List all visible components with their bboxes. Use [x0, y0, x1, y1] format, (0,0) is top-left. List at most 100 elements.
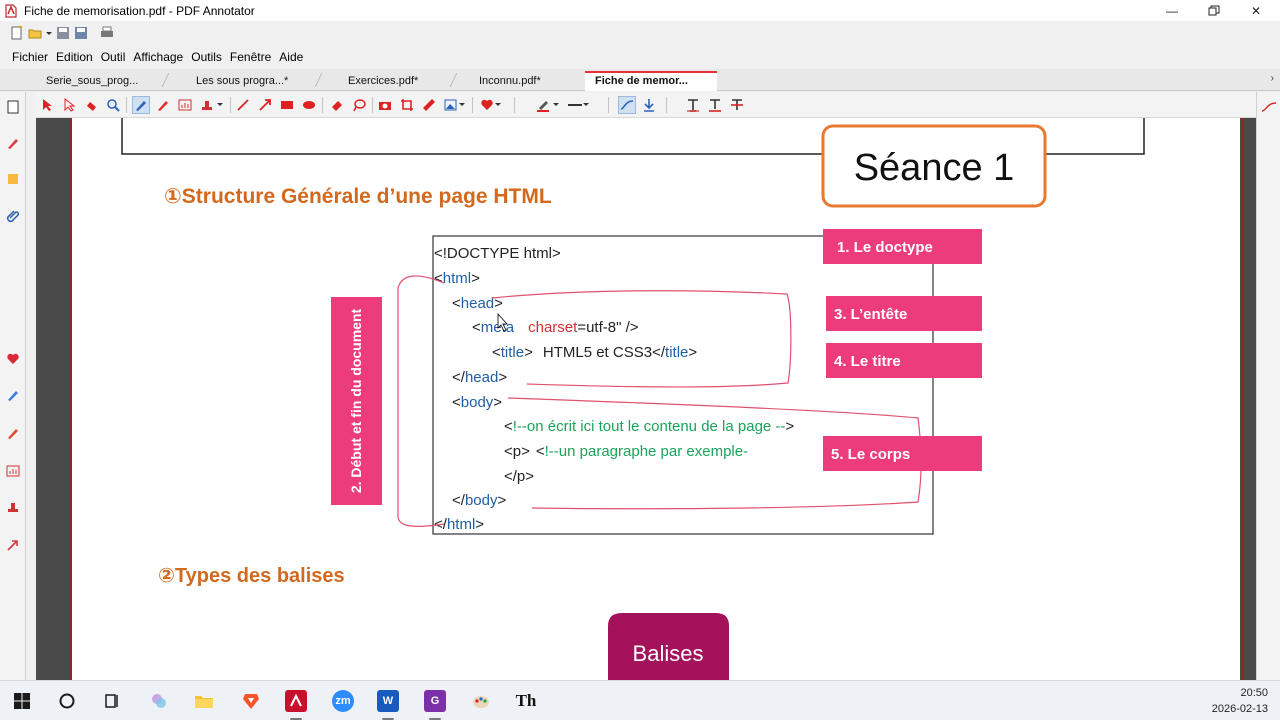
- code-html-open: <html>: [434, 270, 480, 287]
- line-width-dropdown-icon[interactable]: [582, 96, 590, 114]
- save-icon[interactable]: [56, 26, 70, 40]
- red-pen-icon[interactable]: [154, 96, 172, 114]
- label-titre: 4. Le titre: [834, 353, 901, 370]
- ink-curve-icon[interactable]: [1260, 98, 1278, 116]
- new-document-icon[interactable]: [10, 25, 24, 40]
- tab-scroll-right-icon[interactable]: ›: [1271, 73, 1274, 84]
- pdf-annotator-window: Fiche de memorisation.pdf - PDF Annotato…: [0, 0, 1280, 720]
- menu-edition[interactable]: Edition: [52, 50, 97, 64]
- color-pen-icon[interactable]: [534, 96, 552, 114]
- code-paragraph: <p> <!--un paragraphe par exemple-: [504, 443, 748, 460]
- clock-time: 20:50: [1240, 687, 1268, 699]
- marker-icon[interactable]: [4, 424, 22, 442]
- windows-start-icon[interactable]: [11, 690, 33, 712]
- tab-exercices[interactable]: Exercices.pdf*: [338, 71, 448, 91]
- camera-icon[interactable]: [376, 96, 394, 114]
- right-panel-strip: [1256, 92, 1280, 680]
- insert-dropdown-icon[interactable]: [458, 96, 466, 114]
- pdf-annotator-taskbar-icon[interactable]: [285, 690, 307, 712]
- stamp-dropdown-icon[interactable]: [216, 96, 224, 114]
- zoom-icon[interactable]: [104, 96, 122, 114]
- save-all-icon[interactable]: [74, 26, 88, 40]
- code-body-open: <body>: [452, 394, 502, 411]
- ellipse-icon[interactable]: [300, 96, 318, 114]
- code-meta: <meta charset=utf-8" />: [472, 319, 639, 336]
- open-dropdown-icon[interactable]: [46, 26, 52, 40]
- close-icon[interactable]: ✕: [1236, 0, 1276, 21]
- select-text-icon[interactable]: [60, 96, 78, 114]
- menu-affichage[interactable]: Affichage: [129, 50, 187, 64]
- task-view-icon[interactable]: [101, 690, 123, 712]
- strikeout-text-icon[interactable]: [728, 96, 746, 114]
- color-dropdown-icon[interactable]: [552, 96, 560, 114]
- favorites-heart-icon[interactable]: [4, 350, 22, 368]
- pen-icon[interactable]: [132, 96, 150, 114]
- file-explorer-icon[interactable]: [193, 690, 215, 712]
- search-icon[interactable]: [56, 690, 78, 712]
- menu-fichier[interactable]: Fichier: [8, 50, 52, 64]
- menu-fenetre[interactable]: Fenêtre: [226, 50, 275, 64]
- snipping-tool-icon[interactable]: [148, 690, 170, 712]
- tab-les-sous-progra[interactable]: Les sous progra...*: [186, 71, 311, 91]
- zoom-app-icon[interactable]: zm: [332, 690, 354, 712]
- quick-access-bar: [0, 22, 114, 44]
- code-comment-content: <!--on écrit ici tout le contenu de la p…: [504, 418, 794, 435]
- minimize-icon[interactable]: —: [1152, 0, 1192, 21]
- menu-aide[interactable]: Aide: [275, 50, 307, 64]
- pen-tool-icon[interactable]: [4, 134, 22, 152]
- hand-pan-icon[interactable]: [82, 96, 100, 114]
- chart-icon[interactable]: [176, 96, 194, 114]
- snap-icon[interactable]: [640, 96, 658, 114]
- smooth-ink-icon[interactable]: [618, 96, 636, 114]
- code-body-close: </body>: [452, 492, 506, 509]
- clock-date: 2026-02-13: [1211, 703, 1268, 715]
- restore-icon[interactable]: [1194, 0, 1234, 21]
- tab-fiche-de-memorisation[interactable]: Fiche de memor...: [585, 71, 717, 91]
- lasso-icon[interactable]: [350, 96, 368, 114]
- document-view[interactable]: Séance 1 ①Structure Générale d’une page …: [36, 118, 1256, 680]
- print-icon[interactable]: [100, 26, 114, 40]
- highlighter-icon[interactable]: [4, 386, 22, 404]
- underline-text-icon[interactable]: [706, 96, 724, 114]
- arrow-icon[interactable]: [256, 96, 274, 114]
- word-icon[interactable]: W: [377, 690, 399, 712]
- window-title: Fiche de memorisation.pdf - PDF Annotato…: [24, 3, 255, 18]
- section-title-structure: ①Structure Générale d’une page HTML: [164, 185, 552, 208]
- favorites-dropdown-icon[interactable]: [494, 96, 502, 114]
- brave-browser-icon[interactable]: [240, 690, 262, 712]
- system-clock[interactable]: 20:50 2026-02-13: [1212, 685, 1268, 717]
- crop-icon[interactable]: [398, 96, 416, 114]
- attachment-icon[interactable]: [4, 206, 22, 224]
- balises-label: Balises: [633, 641, 704, 666]
- line-icon[interactable]: [234, 96, 252, 114]
- arrow-tool-icon[interactable]: [4, 536, 22, 554]
- notes-icon[interactable]: [4, 170, 22, 188]
- open-folder-icon[interactable]: [28, 26, 42, 40]
- annotation-toolbar: [36, 92, 1256, 118]
- code-frame: [432, 235, 934, 535]
- menu-outils[interactable]: Outils: [187, 50, 226, 64]
- ruler-icon[interactable]: [420, 96, 438, 114]
- pdf-gear-icon[interactable]: G: [424, 690, 446, 712]
- tab-serie-sous-prog[interactable]: Serie_sous_prog...: [36, 71, 166, 91]
- chart-stamp-icon[interactable]: [4, 462, 22, 480]
- code-doctype: <!DOCTYPE html>: [434, 245, 561, 262]
- typora-icon[interactable]: Th: [515, 690, 537, 712]
- tab-inconnu[interactable]: Inconnu.pdf*: [469, 71, 569, 91]
- title-bar: Fiche de memorisation.pdf - PDF Annotato…: [0, 0, 1280, 21]
- windows-taskbar: zm W G Th 20:50 2026-02-13: [0, 680, 1280, 720]
- left-sidebar: [0, 92, 26, 680]
- select-arrow-icon[interactable]: [38, 96, 56, 114]
- tab-separator: [449, 73, 458, 87]
- stamp-icon[interactable]: [4, 498, 22, 516]
- stamp-tool-icon[interactable]: [198, 96, 216, 114]
- document-tabs: Serie_sous_prog... Les sous progra...* E…: [0, 69, 1280, 91]
- eraser-icon[interactable]: [328, 96, 346, 114]
- menu-bar: Fichier Edition Outil Affichage Outils F…: [0, 47, 307, 67]
- rectangle-icon[interactable]: [278, 96, 296, 114]
- paint-icon[interactable]: [470, 690, 492, 712]
- text-icon[interactable]: [684, 96, 702, 114]
- code-paragraph-close: </p>: [504, 468, 534, 485]
- menu-outil[interactable]: Outil: [97, 50, 130, 64]
- page-thumbnail-icon[interactable]: [4, 98, 22, 116]
